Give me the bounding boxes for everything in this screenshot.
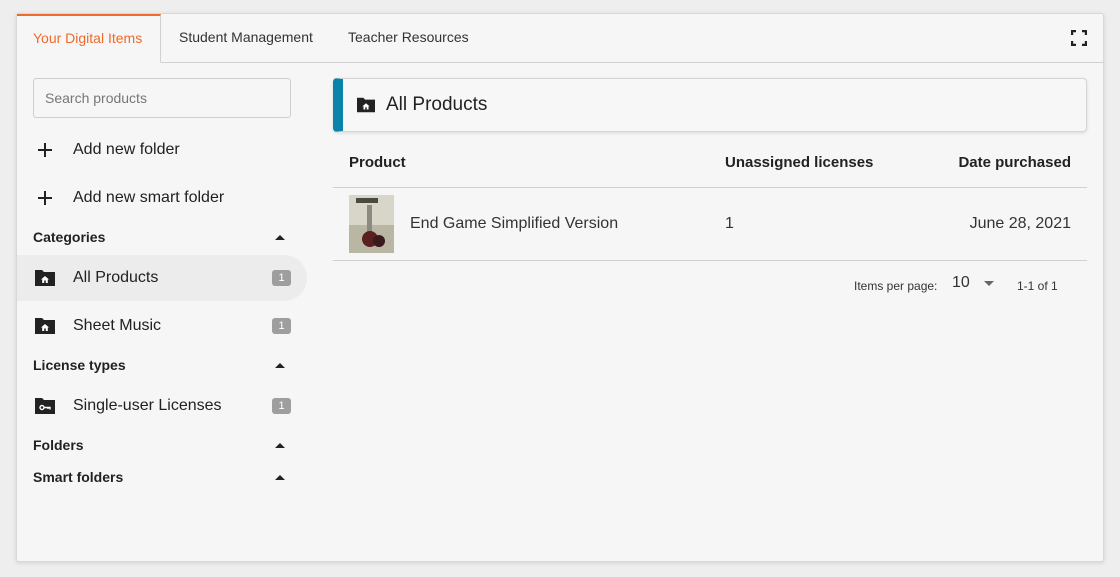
section-license-types-toggle[interactable]: License types [33, 355, 291, 375]
add-new-smart-folder-button[interactable]: Add new smart folder [33, 183, 224, 213]
fullscreen-icon[interactable] [1070, 29, 1088, 47]
folder-home-icon [35, 318, 55, 334]
product-name-link[interactable]: End Game Simplified Version [410, 215, 618, 233]
plus-icon [38, 191, 52, 205]
column-header-date-purchased[interactable]: Date purchased [958, 154, 1071, 171]
tab-your-digital-items[interactable]: Your Digital Items [17, 14, 161, 63]
sidebar-item-all-products[interactable]: All Products 1 [17, 255, 307, 301]
folder-key-icon [35, 398, 55, 414]
count-badge: 1 [272, 398, 291, 414]
count-badge: 1 [272, 270, 291, 286]
caret-up-icon [275, 442, 285, 448]
section-categories-label: Categories [33, 229, 106, 245]
products-table: Product Unassigned licenses Date purchas… [333, 138, 1087, 261]
section-categories-toggle[interactable]: Categories [33, 227, 291, 247]
table-row[interactable]: End Game Simplified Version 1 June 28, 2… [333, 188, 1087, 261]
digital-items-card: Your Digital Items Student Management Te… [16, 13, 1104, 562]
page-range-label: 1-1 of 1 [1017, 279, 1058, 293]
items-per-page-select[interactable]: 10 [952, 274, 994, 292]
add-new-folder-label: Add new folder [73, 141, 180, 158]
section-smart-folders-label: Smart folders [33, 469, 124, 485]
section-folders-label: Folders [33, 437, 84, 453]
search-products-input[interactable] [33, 78, 291, 118]
section-license-types-label: License types [33, 357, 126, 373]
column-header-product[interactable]: Product [349, 154, 406, 171]
section-folders-toggle[interactable]: Folders [33, 435, 291, 455]
count-badge: 1 [272, 318, 291, 334]
paginator: Items per page: 10 1-1 of 1 [333, 274, 1087, 298]
caret-up-icon [275, 474, 285, 480]
items-per-page-label: Items per page: [854, 279, 938, 293]
sidebar-item-sheet-music[interactable]: Sheet Music 1 [17, 303, 307, 349]
column-header-unassigned-licenses[interactable]: Unassigned licenses [725, 154, 873, 171]
unassigned-licenses-value: 1 [725, 215, 734, 232]
folder-title: All Products [386, 94, 488, 115]
date-purchased-value: June 28, 2021 [969, 215, 1071, 232]
folder-home-icon [35, 270, 55, 286]
table-header: Product Unassigned licenses Date purchas… [333, 138, 1087, 188]
product-thumbnail [349, 195, 394, 253]
tab-student-management[interactable]: Student Management [163, 14, 329, 63]
caret-up-icon [275, 234, 285, 240]
add-new-smart-folder-label: Add new smart folder [73, 189, 225, 206]
caret-up-icon [275, 362, 285, 368]
folder-header: All Products [333, 78, 1087, 132]
sidebar-item-single-user-licenses[interactable]: Single-user Licenses 1 [17, 383, 307, 429]
tab-teacher-resources[interactable]: Teacher Resources [332, 14, 485, 63]
tab-bar: Your Digital Items Student Management Te… [17, 14, 1103, 63]
items-per-page-value: 10 [952, 274, 970, 291]
add-new-folder-button[interactable]: Add new folder [33, 135, 180, 165]
folder-home-icon [357, 97, 375, 113]
plus-icon [38, 143, 52, 157]
section-smart-folders-toggle[interactable]: Smart folders [33, 467, 291, 487]
dropdown-arrow-icon [983, 280, 994, 286]
